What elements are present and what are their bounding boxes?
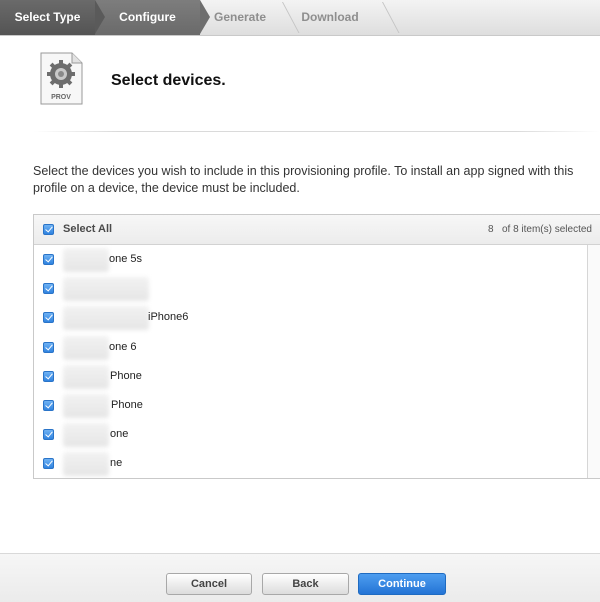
device-row[interactable]: Phone — [34, 362, 587, 391]
scrollbar[interactable] — [587, 245, 600, 478]
redacted-name — [63, 248, 109, 272]
select-all-label[interactable]: Select All — [63, 223, 112, 235]
redacted-name — [63, 336, 109, 360]
redacted-name — [63, 306, 149, 330]
device-row[interactable]: iPhone6 — [34, 303, 587, 332]
select-all-checkbox[interactable] — [43, 224, 54, 235]
redacted-name — [63, 452, 109, 476]
device-checkbox[interactable] — [43, 371, 54, 382]
selection-count: 8 of 8 item(s) selected — [488, 224, 592, 235]
device-name: Phone — [111, 399, 143, 411]
device-name: ne — [110, 457, 123, 469]
device-row[interactable]: Phone — [34, 391, 587, 420]
step-configure[interactable]: Configure — [95, 0, 200, 35]
step-generate: Generate — [213, 10, 267, 24]
step-arrow — [200, 0, 210, 34]
device-list: one 5s iPhone6 one 6 Phone Phone one ne — [34, 245, 587, 478]
device-row[interactable]: one — [34, 420, 587, 449]
device-checkbox[interactable] — [43, 400, 54, 411]
device-checkbox[interactable] — [43, 458, 54, 469]
device-checkbox[interactable] — [43, 342, 54, 353]
device-table: Select All 8 of 8 item(s) selected one 5… — [33, 214, 600, 479]
wizard-steps: Select Type Configure Generate Download — [0, 0, 600, 36]
device-row[interactable]: one 5s — [34, 245, 587, 274]
device-checkbox[interactable] — [43, 254, 54, 265]
redacted-name — [63, 423, 109, 447]
device-name: Phone — [110, 370, 142, 382]
redacted-name — [63, 394, 109, 418]
redacted-name — [63, 365, 109, 389]
description-text: Select the devices you wish to include i… — [33, 164, 574, 195]
cancel-button[interactable]: Cancel — [166, 573, 252, 595]
back-button[interactable]: Back — [262, 573, 349, 595]
provisioning-profile-icon: PROV — [40, 52, 83, 105]
step-select-type[interactable]: Select Type — [0, 0, 95, 35]
continue-button[interactable]: Continue — [358, 573, 446, 595]
selected-count: 8 — [488, 224, 494, 235]
table-header: Select All 8 of 8 item(s) selected — [34, 215, 600, 245]
device-row[interactable]: ne — [34, 449, 587, 478]
page-title: Select devices. — [111, 72, 226, 89]
device-row[interactable]: one 6 — [34, 333, 587, 362]
device-checkbox[interactable] — [43, 429, 54, 440]
device-checkbox[interactable] — [43, 312, 54, 323]
redacted-name — [63, 277, 149, 301]
device-name: one 5s — [109, 253, 143, 265]
device-checkbox[interactable] — [43, 283, 54, 294]
device-name: one 6 — [109, 341, 137, 353]
device-name: one — [110, 428, 129, 440]
step-arrow — [95, 0, 105, 34]
divider — [34, 131, 600, 132]
device-row[interactable] — [34, 274, 587, 303]
device-name: iPhone6 — [148, 311, 189, 323]
footer-bar: Cancel Back Continue — [0, 553, 600, 602]
icon-label: PROV — [51, 94, 71, 101]
selected-suffix: of 8 item(s) selected — [501, 224, 592, 235]
